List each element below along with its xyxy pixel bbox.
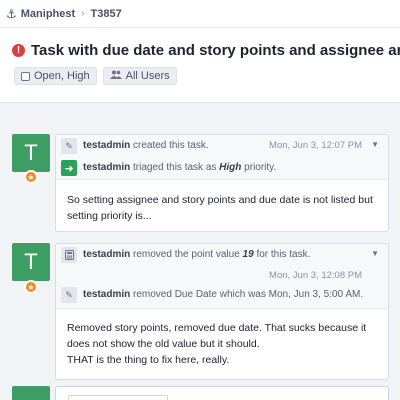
event-row: ✎ testadmin created this task. Mon, Jun … — [56, 135, 388, 157]
breadcrumb-maniphest[interactable]: Maniphest — [21, 8, 75, 20]
policy-tag[interactable]: All Users — [102, 67, 177, 85]
event-value: 19 — [242, 249, 254, 260]
event-text: testadmin removed the point value 19 for… — [83, 249, 310, 260]
header-tags: Open, High All Users — [14, 67, 177, 85]
pencil-icon: ✎ — [61, 138, 77, 154]
status-tag-label: Open, High — [34, 70, 90, 82]
comment-action-select[interactable] — [68, 395, 168, 400]
event-action-suffix: priority. — [244, 162, 277, 173]
comment-body: So setting assignee and story points and… — [56, 179, 388, 231]
event-text: testadmin triaged this task as High prio… — [83, 162, 276, 173]
event-row: testadmin removed the point value 19 for… — [56, 244, 388, 284]
event-user[interactable]: testadmin — [83, 140, 130, 151]
page-title: Task with due date and story points and … — [31, 42, 400, 59]
calculator-icon — [61, 247, 77, 263]
star-badge-icon: ★ — [24, 170, 38, 184]
avatar[interactable]: T — [12, 243, 50, 281]
pencil-icon: ✎ — [61, 287, 77, 303]
event-row: ➜ testadmin triaged this task as High pr… — [56, 157, 388, 179]
chevron-right-icon: › — [81, 8, 85, 19]
chevron-down-icon[interactable]: ▼ — [371, 140, 379, 149]
event-action-suffix: for this task. — [256, 249, 311, 260]
event-row: ✎ testadmin removed Due Date which was M… — [56, 284, 388, 308]
task-header: ! Task with due date and story points an… — [0, 28, 400, 103]
status-tag[interactable]: Open, High — [14, 67, 97, 85]
timeline-event-created: ✎ testadmin created this task. Mon, Jun … — [55, 134, 389, 232]
comment-body: Removed story points, removed due date. … — [56, 308, 388, 379]
breadcrumb: ⚓ Maniphest › T3857 — [0, 0, 400, 28]
anchor-icon: ⚓ — [6, 6, 17, 21]
comment-line: Removed story points, removed due date. … — [67, 322, 367, 350]
event-text: testadmin removed Due Date which was Mon… — [83, 289, 363, 300]
avatar[interactable]: T — [12, 134, 50, 172]
comment-line: THAT is the thing to fix here, really. — [67, 354, 230, 366]
avatar-letter: T — [24, 249, 38, 274]
breadcrumb-task-id[interactable]: T3857 — [91, 8, 122, 20]
timeline-event-edited: testadmin removed the point value 19 for… — [55, 243, 389, 380]
avatar — [12, 386, 50, 400]
event-timestamp[interactable]: Mon, Jun 3, 12:07 PM — [269, 140, 362, 151]
comment-form — [55, 386, 389, 400]
event-action: removed the point value — [133, 249, 240, 260]
event-action: removed Due Date which was Mon, Jun 3, 5… — [133, 289, 364, 300]
exclamation-icon: ! — [12, 44, 25, 57]
event-timestamp[interactable]: Mon, Jun 3, 12:08 PM — [269, 270, 362, 281]
event-action: triaged this task as — [133, 162, 217, 173]
title-row: ! Task with due date and story points an… — [12, 42, 400, 59]
event-user[interactable]: testadmin — [83, 162, 130, 173]
event-priority: High — [219, 162, 242, 173]
users-icon — [109, 70, 122, 82]
arrow-right-icon: ➜ — [61, 160, 77, 176]
event-action: created this task. — [133, 140, 209, 151]
event-user[interactable]: testadmin — [83, 289, 130, 300]
event-text: testadmin created this task. — [83, 140, 209, 151]
event-user[interactable]: testadmin — [83, 249, 130, 260]
avatar-letter: T — [24, 140, 38, 165]
star-badge-icon: ★ — [24, 280, 38, 294]
checkbox-icon — [21, 71, 30, 81]
policy-tag-label: All Users — [125, 70, 170, 82]
chevron-down-icon[interactable]: ▼ — [371, 249, 379, 258]
